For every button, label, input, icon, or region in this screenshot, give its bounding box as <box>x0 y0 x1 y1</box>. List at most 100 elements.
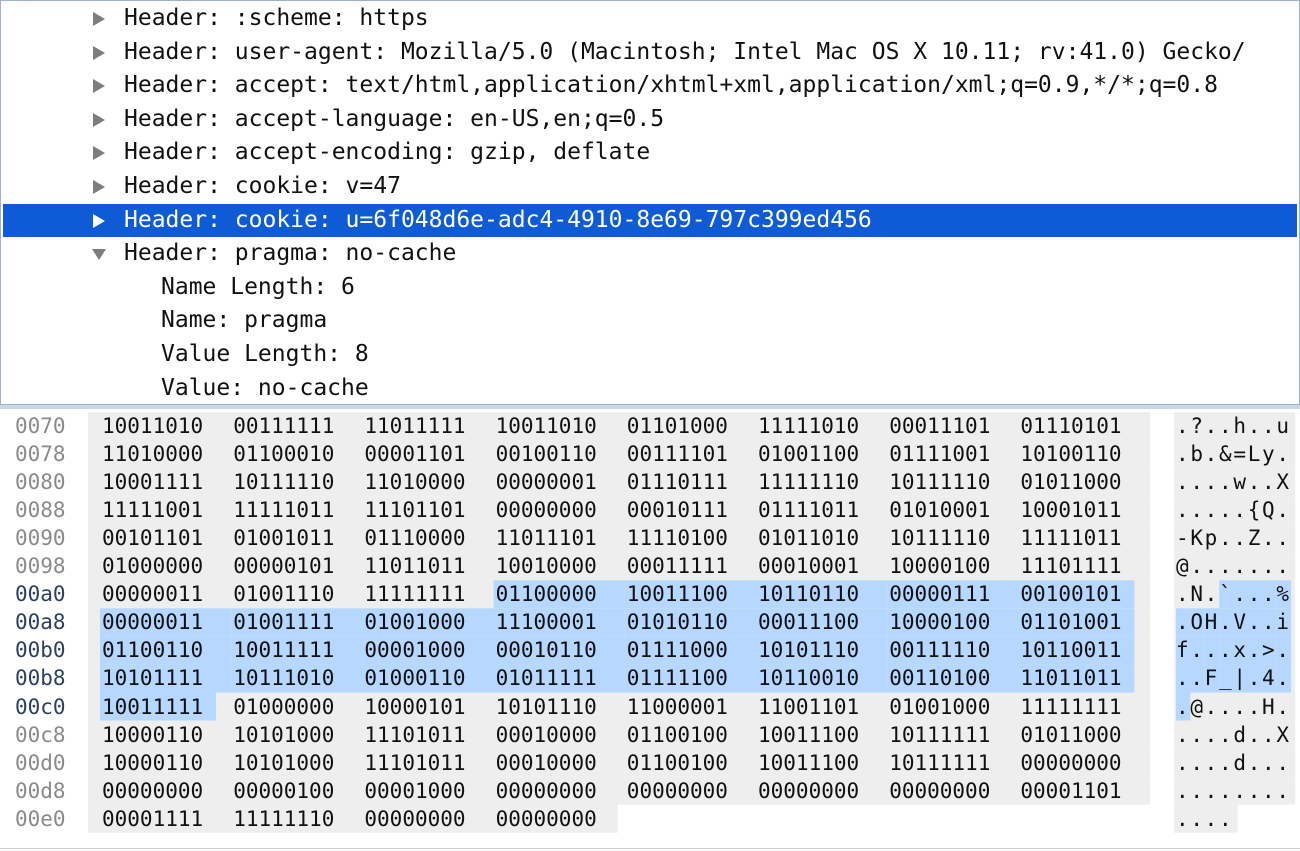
byte-value[interactable]: 11111010 <box>758 412 859 440</box>
byte-value[interactable]: 01100010 <box>233 440 334 468</box>
byte-value[interactable]: 10010000 <box>496 552 597 580</box>
byte-value[interactable]: 11000001 <box>627 693 728 721</box>
byte-value[interactable]: 01100100 <box>627 749 728 777</box>
byte-value[interactable]: 11010000 <box>102 440 203 468</box>
byte-value[interactable]: 10011010 <box>102 412 203 440</box>
byte-value[interactable]: 00000000 <box>758 777 859 805</box>
byte-value[interactable]: 01011000 <box>1020 721 1121 749</box>
byte-value[interactable]: 00110100 <box>889 664 990 692</box>
tree-header-row[interactable]: Header: accept-encoding: gzip, deflate <box>3 136 1297 170</box>
byte-value[interactable]: 00000000 <box>102 777 203 805</box>
byte-row[interactable]: 0070 10011010 00111111 11011111 10011010 0110… <box>0 412 1300 440</box>
ascii-text[interactable]: f...x.>. <box>1176 636 1291 664</box>
byte-value[interactable]: 10101000 <box>233 749 334 777</box>
byte-value[interactable]: 01011000 <box>1020 468 1121 496</box>
byte-value[interactable]: 11101111 <box>1020 552 1121 580</box>
byte-value[interactable]: 10111110 <box>233 468 334 496</box>
disclosure-triangle-right-icon[interactable] <box>91 136 109 170</box>
tree-field-row[interactable]: Value Length: 8 <box>3 338 1297 372</box>
byte-value[interactable]: 00000000 <box>1020 749 1121 777</box>
byte-value[interactable]: 01111100 <box>627 664 728 692</box>
byte-value[interactable]: 00010001 <box>758 552 859 580</box>
disclosure-triangle-right-icon[interactable] <box>91 2 109 36</box>
tree-header-row[interactable]: Header: cookie: u=6f048d6e-adc4-4910-8e6… <box>3 203 1297 238</box>
byte-value[interactable]: 00000000 <box>364 805 465 833</box>
byte-value[interactable]: 00010000 <box>496 749 597 777</box>
byte-value[interactable]: 00100101 <box>1020 580 1121 608</box>
byte-value[interactable]: 01011111 <box>496 664 597 692</box>
disclosure-triangle-right-icon[interactable] <box>91 170 109 204</box>
tree-header-row[interactable]: Header: user-agent: Mozilla/5.0 (Macinto… <box>3 36 1297 70</box>
byte-value[interactable]: 10111010 <box>233 664 334 692</box>
byte-value[interactable]: 11100001 <box>496 608 597 636</box>
byte-value[interactable]: 10110010 <box>758 664 859 692</box>
byte-value[interactable]: 11011101 <box>496 524 597 552</box>
byte-value[interactable]: 01100000 <box>496 580 597 608</box>
byte-value[interactable]: 11111110 <box>758 468 859 496</box>
byte-value[interactable]: 00000000 <box>627 777 728 805</box>
byte-value[interactable]: 01101001 <box>1020 608 1121 636</box>
byte-value[interactable]: 10101000 <box>233 721 334 749</box>
disclosure-triangle-right-icon[interactable] <box>91 36 109 70</box>
byte-row[interactable]: 0080 10001111 10111110 11010000 00000001 0111… <box>0 468 1300 496</box>
byte-value[interactable]: 00011111 <box>627 552 728 580</box>
byte-value[interactable]: 00001111 <box>102 805 203 833</box>
ascii-text[interactable]: .... <box>1176 805 1233 833</box>
ascii-text[interactable]: ........ <box>1176 777 1291 805</box>
byte-value[interactable]: 01001110 <box>233 580 334 608</box>
byte-value[interactable]: 10011100 <box>758 721 859 749</box>
byte-value[interactable]: 10001111 <box>102 468 203 496</box>
byte-value[interactable]: 10001011 <box>1020 496 1121 524</box>
byte-value[interactable]: 11101101 <box>364 496 465 524</box>
byte-value[interactable]: 00000011 <box>102 580 203 608</box>
byte-value[interactable]: 01001100 <box>758 440 859 468</box>
byte-value[interactable]: 00000000 <box>496 805 597 833</box>
byte-value[interactable]: 01010110 <box>627 608 728 636</box>
byte-value[interactable]: 11111111 <box>1020 693 1121 721</box>
byte-value[interactable]: 11111011 <box>233 496 334 524</box>
byte-value[interactable]: 11111001 <box>102 496 203 524</box>
byte-value[interactable]: 11010000 <box>364 468 465 496</box>
byte-row[interactable]: 00e0 00001111 11111110 00000000 00000000.... <box>0 805 1300 833</box>
packet-bytes-pane[interactable]: 0070 10011010 00111111 11011111 10011010 0110… <box>0 409 1300 851</box>
byte-value[interactable]: 11111111 <box>364 580 465 608</box>
disclosure-triangle-right-icon[interactable] <box>91 103 109 137</box>
byte-value[interactable]: 01110000 <box>364 524 465 552</box>
byte-value[interactable]: 11011111 <box>364 412 465 440</box>
byte-value[interactable]: 10111110 <box>889 468 990 496</box>
byte-value[interactable]: 10111110 <box>889 524 990 552</box>
byte-value[interactable]: 10000110 <box>102 749 203 777</box>
byte-value[interactable]: 01101000 <box>627 412 728 440</box>
byte-value[interactable]: 01001111 <box>233 608 334 636</box>
byte-value[interactable]: 00011101 <box>889 412 990 440</box>
byte-value[interactable]: 01110101 <box>1020 412 1121 440</box>
disclosure-triangle-right-icon[interactable] <box>91 204 109 238</box>
byte-value[interactable]: 11110100 <box>627 524 728 552</box>
byte-value[interactable]: 00001101 <box>364 440 465 468</box>
byte-value[interactable]: 00010000 <box>496 721 597 749</box>
byte-row[interactable]: 00b0 01100110 10011111 00001000 00010110 0111… <box>0 636 1300 664</box>
ascii-text[interactable]: -Kp..Z.. <box>1176 524 1291 552</box>
byte-value[interactable]: 00000100 <box>233 777 334 805</box>
byte-row[interactable]: 00c0 10011111 01000000 10000101 10101110 1100… <box>0 693 1300 721</box>
byte-value[interactable]: 01111001 <box>889 440 990 468</box>
byte-value[interactable]: 11011011 <box>364 552 465 580</box>
byte-value[interactable]: 00101101 <box>102 524 203 552</box>
byte-value[interactable]: 11101011 <box>364 721 465 749</box>
byte-value[interactable]: 10100110 <box>1020 440 1121 468</box>
byte-row[interactable]: 00d8 00000000 00000100 00001000 00000000 0000… <box>0 777 1300 805</box>
byte-value[interactable]: 11101011 <box>364 749 465 777</box>
tree-header-row[interactable]: Header: pragma: no-cache <box>3 237 1297 271</box>
byte-value[interactable]: 10011010 <box>496 412 597 440</box>
byte-row[interactable]: 00a0 00000011 01001110 11111111 01100000 1001… <box>0 580 1300 608</box>
byte-row[interactable]: 0078 11010000 01100010 00001101 00100110 0011… <box>0 440 1300 468</box>
disclosure-triangle-right-icon[interactable] <box>91 69 109 103</box>
byte-row[interactable]: 0090 00101101 01001011 01110000 11011101 1111… <box>0 524 1300 552</box>
byte-row[interactable]: 00a8 00000011 01001111 01001000 11100001 0101… <box>0 608 1300 636</box>
ascii-text[interactable]: ....w..X <box>1176 468 1291 496</box>
byte-value[interactable]: 10011100 <box>758 749 859 777</box>
byte-value[interactable]: 00111110 <box>889 636 990 664</box>
tree-field-row[interactable]: Value: no-cache <box>3 372 1297 404</box>
byte-value[interactable]: 00000000 <box>889 777 990 805</box>
ascii-text[interactable]: .....{Q. <box>1176 496 1291 524</box>
